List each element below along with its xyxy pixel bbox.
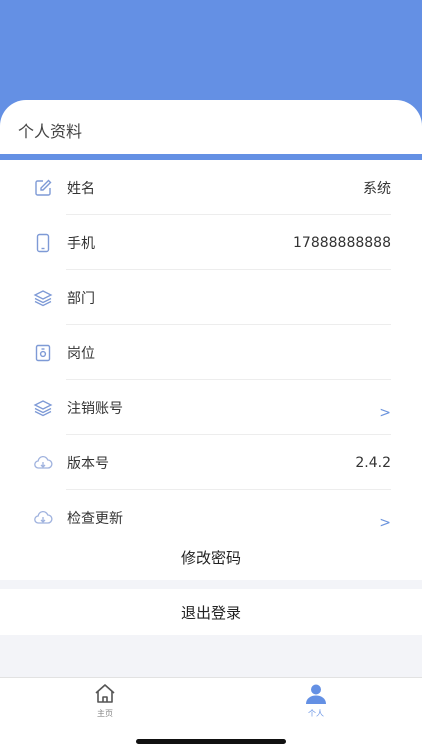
tab-label: 个人: [308, 709, 324, 718]
phone-icon: [33, 233, 53, 253]
row-value: 17888888888: [293, 234, 391, 251]
home-indicator: [136, 739, 286, 744]
edit-icon: [33, 178, 53, 198]
cloud-download-icon: [33, 508, 53, 528]
row-deactivate-account[interactable]: 注销账号 >: [0, 380, 422, 435]
row-label: 姓名: [67, 180, 95, 197]
row-department[interactable]: 部门: [0, 270, 422, 325]
logout-button[interactable]: 退出登录: [0, 589, 422, 635]
page-title: 个人资料: [18, 122, 83, 141]
row-label: 岗位: [67, 345, 95, 362]
profile-list: 姓名 系统 手机 17888888888 部门 岗位 注销账号 > 版本号 2.…: [0, 160, 422, 545]
chevron-right-icon: >: [379, 514, 391, 531]
row-value: 2.4.2: [355, 454, 391, 471]
layers-icon: [33, 288, 53, 308]
row-label: 检查更新: [67, 510, 123, 527]
user-icon: [306, 684, 326, 704]
profile-card-header: 个人资料: [0, 100, 422, 154]
layers-icon: [33, 398, 53, 418]
row-position[interactable]: 岗位: [0, 325, 422, 380]
row-label: 版本号: [67, 455, 109, 472]
row-name[interactable]: 姓名 系统: [0, 160, 422, 215]
tab-label: 主页: [97, 709, 113, 718]
row-value: 系统: [363, 180, 391, 197]
chevron-right-icon: >: [379, 404, 391, 421]
home-icon: [95, 684, 115, 703]
row-label: 部门: [67, 290, 95, 307]
row-label: 手机: [67, 235, 95, 252]
change-password-button[interactable]: 修改密码: [0, 534, 422, 580]
row-label: 注销账号: [67, 400, 123, 417]
tab-profile[interactable]: 个人: [286, 682, 346, 722]
cloud-download-icon: [33, 453, 53, 473]
badge-icon: [33, 343, 53, 363]
row-phone[interactable]: 手机 17888888888: [0, 215, 422, 270]
row-version[interactable]: 版本号 2.4.2: [0, 435, 422, 490]
tab-home[interactable]: 主页: [75, 682, 135, 722]
